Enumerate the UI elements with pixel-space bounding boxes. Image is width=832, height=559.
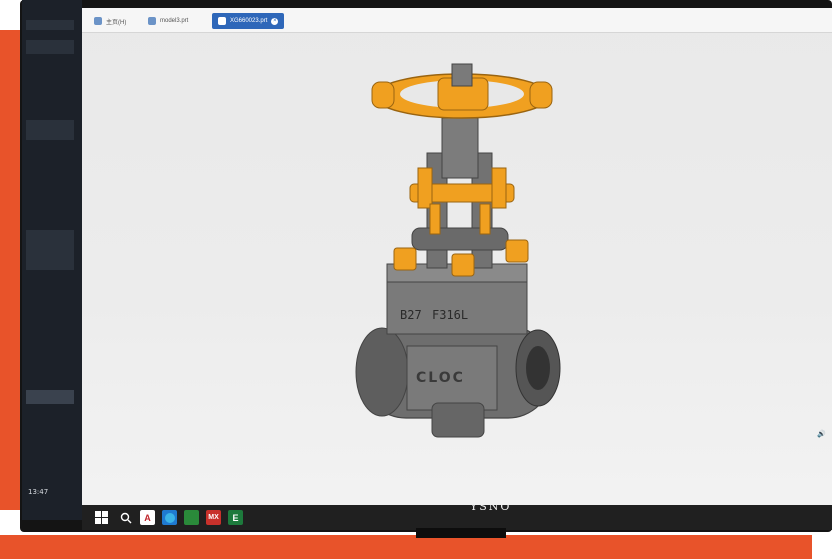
- nx-app-icon[interactable]: MX: [206, 510, 221, 525]
- acrobat-app-icon[interactable]: A: [140, 510, 155, 525]
- search-icon[interactable]: [118, 510, 133, 525]
- volume-icon[interactable]: 🔊: [817, 431, 826, 438]
- left-screen-toolbar: [26, 390, 74, 404]
- casting-mark-b27: B27: [400, 308, 422, 322]
- cad-viewport[interactable]: 主页(H) model3.prt XG660023.prt × B27 F316…: [82, 8, 832, 530]
- monitor-brand-logo: YSNO: [470, 500, 512, 513]
- windows-taskbar: A MX E: [82, 505, 832, 530]
- left-clock: 13:47: [28, 488, 49, 496]
- left-secondary-screen: [22, 0, 82, 520]
- start-button-icon[interactable]: [94, 510, 109, 525]
- accent-bar-bottom: [0, 535, 812, 559]
- left-screen-item: [26, 120, 74, 140]
- left-screen-item: [26, 230, 74, 270]
- valve-3d-model[interactable]: [82, 8, 832, 530]
- casting-mark-f316l: F316L: [432, 308, 469, 322]
- excel-app-icon[interactable]: E: [228, 510, 243, 525]
- edge-browser-icon[interactable]: [162, 510, 177, 525]
- left-screen-item: [26, 20, 74, 30]
- monitor-stand: [416, 528, 506, 538]
- system-tray: 🔊: [817, 430, 826, 438]
- casting-mark-cloc: CLOC: [416, 370, 465, 386]
- explorer-app-icon[interactable]: [184, 510, 199, 525]
- left-screen-item: [26, 40, 74, 54]
- accent-bar-left: [0, 30, 22, 510]
